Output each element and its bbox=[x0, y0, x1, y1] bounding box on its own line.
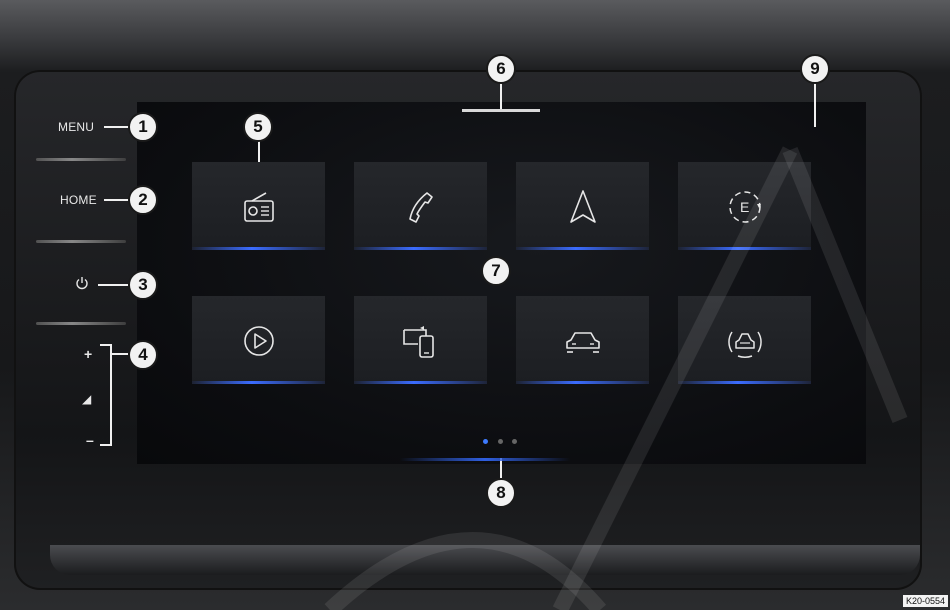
tile-glow bbox=[192, 247, 325, 250]
e-manager-icon: E bbox=[729, 191, 761, 223]
tile-glow bbox=[516, 381, 649, 384]
leader-line bbox=[98, 284, 128, 286]
tile-glow bbox=[354, 381, 487, 384]
volume-up-button[interactable]: + bbox=[84, 346, 92, 362]
tile-glow bbox=[516, 247, 649, 250]
page-indicator-glow bbox=[400, 458, 570, 461]
page-dot[interactable] bbox=[512, 439, 517, 444]
leader-bracket bbox=[100, 444, 110, 446]
page-dot-active[interactable] bbox=[483, 439, 488, 444]
status-line-indicator bbox=[462, 109, 540, 112]
app-connect-icon bbox=[403, 326, 434, 358]
tile-phone[interactable] bbox=[354, 162, 487, 250]
page-dot[interactable] bbox=[498, 439, 503, 444]
power-icon bbox=[76, 277, 88, 290]
callout-6: 6 bbox=[486, 54, 516, 84]
leader-line bbox=[104, 126, 130, 128]
leader-line bbox=[500, 83, 502, 109]
leader-line bbox=[500, 458, 502, 478]
tile-media[interactable] bbox=[192, 296, 325, 384]
tile-navigation[interactable] bbox=[516, 162, 649, 250]
leader-line bbox=[814, 83, 816, 127]
callout-3: 3 bbox=[128, 270, 158, 300]
navigation-icon bbox=[570, 190, 596, 223]
tile-app-connect[interactable] bbox=[354, 296, 487, 384]
driver-assist-icon bbox=[728, 331, 762, 358]
callout-2: 2 bbox=[128, 185, 158, 215]
hw-divider bbox=[36, 322, 126, 325]
leader-line bbox=[110, 353, 128, 355]
phone-icon bbox=[409, 192, 433, 223]
power-button[interactable] bbox=[74, 275, 90, 296]
tile-radio[interactable] bbox=[192, 162, 325, 250]
tile-glow bbox=[192, 381, 325, 384]
callout-7: 7 bbox=[481, 256, 511, 286]
hw-divider bbox=[36, 158, 126, 161]
callout-8: 8 bbox=[486, 478, 516, 508]
leader-bracket bbox=[110, 344, 112, 446]
callout-4: 4 bbox=[128, 340, 158, 370]
media-play-icon bbox=[244, 326, 274, 356]
tile-driver-assist[interactable] bbox=[678, 296, 811, 384]
leader-line bbox=[104, 199, 130, 201]
callout-1: 1 bbox=[128, 112, 158, 142]
home-button[interactable]: HOME bbox=[60, 193, 97, 207]
callout-5: 5 bbox=[243, 112, 273, 142]
image-code: K20-0554 bbox=[902, 595, 948, 607]
volume-level-indicator: ◢ bbox=[82, 392, 92, 406]
svg-text:E: E bbox=[740, 199, 749, 215]
callout-9: 9 bbox=[800, 54, 830, 84]
tile-glow bbox=[678, 247, 811, 250]
infotainment-photo: MENU HOME + ◢ – E 1 2 3 4 5 6 7 8 9 K20-… bbox=[0, 0, 950, 610]
radio-icon bbox=[244, 192, 274, 222]
leader-bracket bbox=[100, 344, 110, 346]
tile-vehicle[interactable] bbox=[516, 296, 649, 384]
vehicle-icon bbox=[566, 332, 600, 353]
tile-glow bbox=[354, 247, 487, 250]
volume-down-button[interactable]: – bbox=[86, 432, 94, 448]
menu-button[interactable]: MENU bbox=[58, 120, 94, 134]
head-unit-lower-lip bbox=[50, 545, 920, 575]
hw-divider bbox=[36, 240, 126, 243]
tile-e-manager[interactable]: E bbox=[678, 162, 811, 250]
tile-glow bbox=[678, 381, 811, 384]
leader-line bbox=[258, 140, 260, 164]
